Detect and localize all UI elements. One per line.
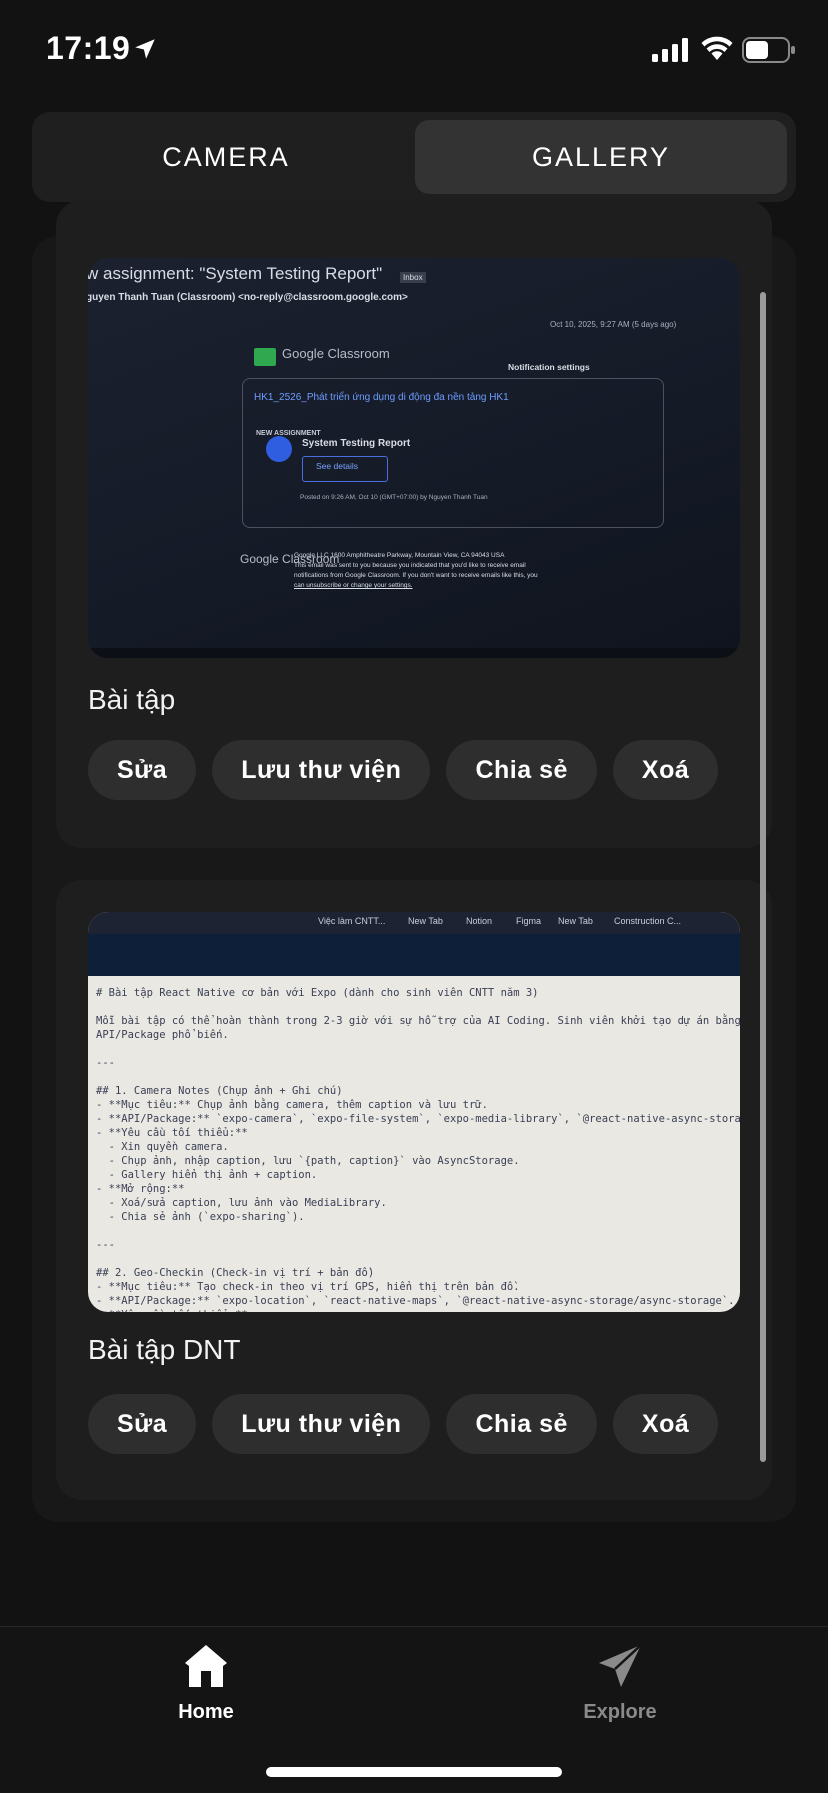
photo-page-header (88, 934, 740, 976)
home-indicator[interactable] (266, 1767, 562, 1777)
photo-text: guyen Thanh Tuan (Classroom) <no-reply@c… (88, 292, 408, 303)
photo-text: New Tab (408, 916, 443, 926)
photo-text: Figma (516, 916, 542, 926)
gallery-photo[interactable]: Việc làm CNTT... New Tab Notion Figma Ne… (88, 912, 740, 1312)
status-time: 17:19 (46, 30, 131, 66)
tab-home-label: Home (178, 1701, 234, 1723)
save-to-library-button[interactable]: Lưu thư viện (212, 1394, 431, 1454)
save-to-library-button[interactable]: Lưu thư viện (212, 740, 431, 800)
edit-button[interactable]: Sửa (88, 740, 197, 800)
photo-text: w assignment: "System Testing Report" (88, 264, 383, 283)
google-classroom-logo-icon (254, 348, 276, 366)
tab-camera[interactable]: CAMERA (40, 120, 412, 194)
tab-explore-label: Explore (583, 1701, 657, 1723)
photo-text: Notification settings (508, 362, 590, 372)
edit-button[interactable]: Sửa (88, 1394, 197, 1454)
photo-caption: Bài tập (88, 684, 176, 715)
home-icon (185, 1645, 227, 1687)
photo-text: New Tab (558, 916, 593, 926)
tab-home[interactable]: Home (106, 1641, 306, 1724)
photo-text: Google LLC 1600 Amphitheatre Parkway, Mo… (294, 552, 505, 559)
card-actions: Sửa Lưu thư viện Chia sẻ Xoá (88, 740, 719, 800)
photo-text: Posted on 9:26 AM, Oct 10 (GMT+07:00) by… (300, 494, 488, 501)
photo-shadow (88, 648, 740, 658)
status-bar: 17:19 (0, 0, 828, 100)
photo-caption: Bài tập DNT (88, 1334, 241, 1365)
photo-text: This email was sent to you because you i… (294, 562, 526, 569)
gallery-card: Việc làm CNTT... New Tab Notion Figma Ne… (56, 880, 772, 1500)
paper-plane-icon (599, 1644, 642, 1687)
delete-button[interactable]: Xoá (612, 740, 719, 800)
gallery-card: w assignment: "System Testing Report" In… (56, 200, 772, 848)
delete-button[interactable]: Xoá (612, 1394, 719, 1454)
card-actions: Sửa Lưu thư viện Chia sẻ Xoá (88, 1394, 719, 1454)
photo-text: System Testing Report (302, 438, 411, 449)
cellular-signal-icon (652, 38, 688, 62)
wifi-icon (701, 36, 733, 60)
photo-text: NEW ASSIGNMENT (256, 430, 321, 437)
photo-text: Oct 10, 2025, 9:27 AM (5 days ago) (550, 320, 677, 329)
share-button[interactable]: Chia sẻ (446, 1394, 597, 1454)
tab-gallery[interactable]: GALLERY (415, 120, 787, 194)
photo-text: See details (316, 461, 359, 471)
photo-text: HK1_2526_Phát triển ứng dụng di động đa … (254, 392, 509, 403)
gallery-photo[interactable]: w assignment: "System Testing Report" In… (88, 258, 740, 658)
photo-text: can unsubscribe or change your settings. (294, 582, 413, 589)
assignment-icon (266, 436, 292, 462)
mode-segmented-control: CAMERA GALLERY (32, 112, 796, 202)
photo-text: Google Classroom (282, 346, 390, 361)
share-button[interactable]: Chia sẻ (446, 740, 597, 800)
tab-explore[interactable]: Explore (520, 1641, 720, 1724)
battery-icon (742, 37, 795, 63)
photo-text: # Bài tập React Native cơ bản với Expo (… (96, 987, 740, 1312)
gallery-scrollbar[interactable] (760, 292, 766, 1462)
photo-text: notifications from Google Classroom. If … (294, 572, 538, 579)
photo-text: Inbox (400, 272, 426, 283)
photo-text: Notion (466, 916, 493, 926)
photo-text: Construction C... (614, 916, 682, 926)
location-arrow-icon (135, 39, 155, 59)
photo-text: Việc làm CNTT... (318, 916, 386, 926)
